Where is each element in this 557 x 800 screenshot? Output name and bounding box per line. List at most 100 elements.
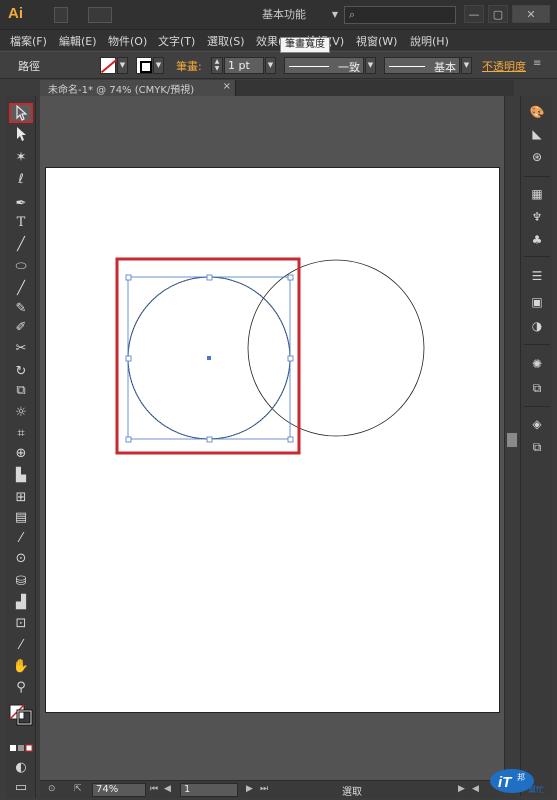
brushes-icon[interactable]: ♆ <box>525 207 549 227</box>
status-scroll-left-icon[interactable]: ◀ <box>472 784 479 794</box>
opacity-link[interactable]: 不透明度 <box>482 58 526 74</box>
share-icon[interactable]: ⇱ <box>74 784 82 794</box>
artboard-icon[interactable]: ⊡ <box>9 614 33 634</box>
symbols-icon[interactable]: ♣ <box>525 230 549 250</box>
close-window-button[interactable]: ✕ <box>512 5 550 23</box>
stroke-swatch[interactable] <box>136 57 152 74</box>
dock-separator <box>524 344 550 345</box>
stroke-weight-tooltip: 筆畫寬度 <box>280 37 330 53</box>
color-guide-icon[interactable]: ◣ <box>525 124 549 144</box>
rotate-icon[interactable]: ↻ <box>9 362 33 382</box>
menu-object[interactable]: 物件(O) <box>108 33 147 49</box>
hand-icon[interactable]: ✋ <box>9 657 33 677</box>
variable-width-profile[interactable]: 一致 <box>284 57 364 74</box>
app-logo: Ai <box>8 5 23 22</box>
shape-builder-icon[interactable]: ⊕ <box>9 444 33 464</box>
scissors-icon[interactable]: ✂ <box>9 339 33 359</box>
perspective-icon[interactable]: ▙ <box>9 466 33 486</box>
line-icon[interactable]: ╱ <box>9 235 33 255</box>
blend-icon[interactable]: ⊙ <box>9 549 33 569</box>
maximize-button[interactable]: ▢ <box>488 5 508 23</box>
type-icon[interactable]: T <box>9 213 33 233</box>
menu-window[interactable]: 視窗(W) <box>356 33 397 49</box>
canvas-area[interactable] <box>40 96 504 780</box>
transparency-icon[interactable]: ◑ <box>525 316 549 336</box>
lasso-icon[interactable]: ℓ <box>9 170 33 190</box>
brush-definition[interactable]: 基本 <box>384 57 460 74</box>
scrollbar-thumb[interactable] <box>507 433 517 447</box>
profile-dropdown-icon[interactable]: ▼ <box>365 57 376 74</box>
stroke-label[interactable]: 筆畫: <box>176 58 202 74</box>
graphic-styles-icon[interactable]: ⧉ <box>525 378 549 398</box>
blob-brush-icon[interactable]: ✐ <box>9 318 33 338</box>
fill-dropdown-icon[interactable]: ▼ <box>117 57 128 74</box>
brush-label: 基本 <box>434 61 456 74</box>
workspace-switcher[interactable]: 基本功能 ▼ <box>262 6 338 24</box>
svg-text:幫忙: 幫忙 <box>528 784 544 794</box>
zoom-level-field[interactable]: 74% <box>92 783 146 797</box>
last-artboard-icon[interactable]: ⏭ <box>260 784 268 794</box>
next-artboard-icon[interactable]: ▶ <box>246 784 253 794</box>
stroke-weight-dropdown-icon[interactable]: ▼ <box>265 57 276 74</box>
fill-stroke-swatches[interactable] <box>9 704 33 726</box>
document-tab[interactable]: 未命名-1* @ 74% (CMYK/預視) × <box>40 80 236 96</box>
pen-icon[interactable]: ✒ <box>9 194 33 214</box>
menu-help[interactable]: 說明(H) <box>410 33 449 49</box>
stroke-weight-stepper[interactable]: ▲ ▼ <box>211 57 223 74</box>
stroke-dropdown-icon[interactable]: ▼ <box>153 57 164 74</box>
fill-swatch[interactable] <box>100 57 116 74</box>
go-to-bridge-button[interactable] <box>54 7 68 23</box>
bridge-status-icon[interactable]: ⊙ <box>48 784 56 794</box>
vertical-scrollbar[interactable] <box>504 96 518 780</box>
selection-icon[interactable] <box>9 103 33 123</box>
swatches-icon[interactable]: ▦ <box>525 184 549 204</box>
panel-dock: 🎨 ◣ ⊛ ▦ ♆ ♣ ☰ ▣ ◑ ✺ ⧉ ◈ ⧉ <box>520 96 552 796</box>
minimize-button[interactable]: — <box>464 5 484 23</box>
direct-selection-icon[interactable] <box>9 126 33 146</box>
stroke-weight-field[interactable]: 1 pt <box>224 57 264 74</box>
screen-mode-icon[interactable]: ▭ <box>9 778 33 798</box>
watermark-logo: iT 邦 幫忙 <box>490 769 544 794</box>
layers-icon[interactable]: ◈ <box>525 414 549 434</box>
slice-icon[interactable]: ⁄ <box>9 636 33 656</box>
eyedropper-icon[interactable]: ⁄ <box>9 529 33 549</box>
gradient-panel-icon[interactable]: ▣ <box>525 292 549 312</box>
symbol-sprayer-icon[interactable]: ⛁ <box>9 572 33 592</box>
drawing-mode-icon[interactable]: ◐ <box>9 758 33 778</box>
menu-select[interactable]: 選取(S) <box>207 33 245 49</box>
warp-icon[interactable]: ☼ <box>9 403 33 423</box>
appearance-icon[interactable]: ✺ <box>525 354 549 374</box>
pencil-icon[interactable]: ✎ <box>9 299 33 319</box>
previous-artboard-icon[interactable]: ◀ <box>164 784 171 794</box>
tools-panel: ✶ ℓ ✒ T ╱ ⬭ ╱ ✎ ✐ ✂ ↻ ⧉ ☼ ⌗ ⊕ ▙ ⊞ ▤ ⁄ ⊙ … <box>6 96 36 798</box>
color-icon[interactable]: 🎨 <box>525 102 549 122</box>
gradient-icon[interactable]: ▤ <box>9 508 33 528</box>
menu-file[interactable]: 檔案(F) <box>10 33 47 49</box>
ellipse-icon[interactable]: ⬭ <box>9 257 33 277</box>
circle-unselected[interactable] <box>247 259 425 437</box>
search-input[interactable]: ⌕ <box>344 6 456 24</box>
artboards-icon[interactable]: ⧉ <box>525 437 549 457</box>
panel-menu-icon[interactable]: ≡ <box>533 58 541 69</box>
mesh-icon[interactable]: ⊞ <box>9 488 33 508</box>
stroke-icon[interactable]: ☰ <box>525 266 549 286</box>
color-mode-icon[interactable] <box>9 740 33 760</box>
magic-wand-icon[interactable]: ✶ <box>9 148 33 168</box>
arrange-documents-button[interactable] <box>88 7 112 23</box>
status-current-tool[interactable]: 選取 <box>342 783 362 798</box>
status-bar: ⊙ ⇱ 74% ⏮ ◀ 1 ▶ ⏭ 選取 ▶ ◀ <box>40 780 504 798</box>
control-bar: 路徑 ▼ ▼ 筆畫: ▲ ▼ 1 pt ▼ 一致 ▼ 基本 ▼ 不透明度 ≡ <box>0 51 557 79</box>
first-artboard-icon[interactable]: ⏮ <box>150 784 158 794</box>
close-tab-icon[interactable]: × <box>223 81 231 92</box>
artboard-number-field[interactable]: 1 <box>180 783 238 797</box>
brush-dropdown-icon[interactable]: ▼ <box>461 57 472 74</box>
status-menu-icon[interactable]: ▶ <box>458 784 465 794</box>
menu-type[interactable]: 文字(T) <box>158 33 195 49</box>
graph-icon[interactable]: ▟ <box>9 593 33 613</box>
zoom-icon[interactable]: ⚲ <box>9 678 33 698</box>
scale-icon[interactable]: ⧉ <box>9 381 33 401</box>
kuler-icon[interactable]: ⊛ <box>525 147 549 167</box>
paintbrush-icon[interactable]: ╱ <box>9 279 33 299</box>
free-transform-icon[interactable]: ⌗ <box>9 424 33 444</box>
menu-edit[interactable]: 編輯(E) <box>59 33 97 49</box>
